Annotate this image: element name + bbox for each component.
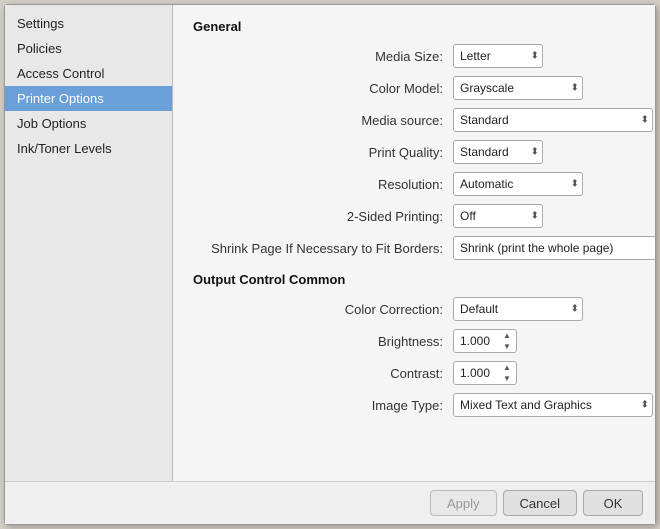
- brightness-spinner-wrapper: ▲ ▼: [453, 329, 517, 353]
- two-sided-label: 2-Sided Printing:: [193, 209, 453, 224]
- dialog-body: Settings Policies Access Control Printer…: [5, 5, 655, 481]
- ok-button[interactable]: OK: [583, 490, 643, 516]
- contrast-control: ▲ ▼: [453, 361, 517, 385]
- color-correction-row: Color Correction: Default Automatic Manu…: [193, 297, 635, 321]
- sidebar-item-printer-options[interactable]: Printer Options: [5, 86, 172, 111]
- resolution-label: Resolution:: [193, 177, 453, 192]
- sidebar: Settings Policies Access Control Printer…: [5, 5, 173, 481]
- printer-properties-dialog: Settings Policies Access Control Printer…: [4, 4, 656, 525]
- image-type-row: Image Type: Mixed Text and Graphics Text…: [193, 393, 635, 417]
- print-quality-row: Print Quality: Standard Draft High: [193, 140, 635, 164]
- media-source-select[interactable]: Standard Tray 1 Tray 2 Manual: [453, 108, 653, 132]
- cancel-button[interactable]: Cancel: [503, 490, 577, 516]
- output-control-section-title: Output Control Common: [193, 272, 635, 287]
- shrink-page-select[interactable]: Shrink (print the whole page) No Shrink …: [453, 236, 655, 260]
- image-type-select-wrapper: Mixed Text and Graphics Text Graphics Ph…: [453, 393, 653, 417]
- print-quality-control: Standard Draft High: [453, 140, 543, 164]
- apply-button[interactable]: Apply: [430, 490, 497, 516]
- two-sided-row: 2-Sided Printing: Off Long Edge Short Ed…: [193, 204, 635, 228]
- image-type-label: Image Type:: [193, 398, 453, 413]
- general-section-title: General: [193, 19, 635, 34]
- media-source-label: Media source:: [193, 113, 453, 128]
- image-type-control: Mixed Text and Graphics Text Graphics Ph…: [453, 393, 653, 417]
- main-content: General Media Size: Letter A4 Legal Tabl…: [173, 5, 655, 481]
- sidebar-item-policies[interactable]: Policies: [5, 36, 172, 61]
- sidebar-item-access-control[interactable]: Access Control: [5, 61, 172, 86]
- brightness-label: Brightness:: [193, 334, 453, 349]
- resolution-row: Resolution: Automatic 300 dpi 600 dpi 12…: [193, 172, 635, 196]
- two-sided-control: Off Long Edge Short Edge: [453, 204, 543, 228]
- shrink-page-label: Shrink Page If Necessary to Fit Borders:: [193, 241, 453, 256]
- color-model-select-wrapper: Grayscale RGB CMYK: [453, 76, 583, 100]
- shrink-page-select-wrapper: Shrink (print the whole page) No Shrink …: [453, 236, 655, 260]
- media-size-row: Media Size: Letter A4 Legal Tabloid: [193, 44, 635, 68]
- media-size-select-wrapper: Letter A4 Legal Tabloid: [453, 44, 543, 68]
- media-source-row: Media source: Standard Tray 1 Tray 2 Man…: [193, 108, 635, 132]
- contrast-row: Contrast: ▲ ▼: [193, 361, 635, 385]
- sidebar-item-settings[interactable]: Settings: [5, 11, 172, 36]
- resolution-select[interactable]: Automatic 300 dpi 600 dpi 1200 dpi: [453, 172, 583, 196]
- media-size-select[interactable]: Letter A4 Legal Tabloid: [453, 44, 543, 68]
- media-size-label: Media Size:: [193, 49, 453, 64]
- contrast-up-button[interactable]: ▲: [499, 362, 515, 373]
- resolution-select-wrapper: Automatic 300 dpi 600 dpi 1200 dpi: [453, 172, 583, 196]
- contrast-label: Contrast:: [193, 366, 453, 381]
- color-model-row: Color Model: Grayscale RGB CMYK: [193, 76, 635, 100]
- media-source-select-wrapper: Standard Tray 1 Tray 2 Manual: [453, 108, 653, 132]
- two-sided-select[interactable]: Off Long Edge Short Edge: [453, 204, 543, 228]
- dialog-footer: Apply Cancel OK: [5, 481, 655, 524]
- print-quality-select[interactable]: Standard Draft High: [453, 140, 543, 164]
- brightness-row: Brightness: ▲ ▼: [193, 329, 635, 353]
- shrink-page-control: Shrink (print the whole page) No Shrink …: [453, 236, 655, 260]
- color-correction-control: Default Automatic Manual: [453, 297, 583, 321]
- color-correction-select[interactable]: Default Automatic Manual: [453, 297, 583, 321]
- color-correction-select-wrapper: Default Automatic Manual: [453, 297, 583, 321]
- brightness-control: ▲ ▼: [453, 329, 517, 353]
- color-correction-label: Color Correction:: [193, 302, 453, 317]
- color-model-control: Grayscale RGB CMYK: [453, 76, 583, 100]
- contrast-down-button[interactable]: ▼: [499, 373, 515, 384]
- brightness-down-button[interactable]: ▼: [499, 341, 515, 352]
- brightness-spinner-buttons: ▲ ▼: [499, 330, 515, 352]
- color-model-select[interactable]: Grayscale RGB CMYK: [453, 76, 583, 100]
- color-model-label: Color Model:: [193, 81, 453, 96]
- sidebar-item-job-options[interactable]: Job Options: [5, 111, 172, 136]
- sidebar-item-ink-toner[interactable]: Ink/Toner Levels: [5, 136, 172, 161]
- image-type-select[interactable]: Mixed Text and Graphics Text Graphics Ph…: [453, 393, 653, 417]
- contrast-spinner-wrapper: ▲ ▼: [453, 361, 517, 385]
- contrast-spinner-buttons: ▲ ▼: [499, 362, 515, 384]
- shrink-page-row: Shrink Page If Necessary to Fit Borders:…: [193, 236, 635, 260]
- two-sided-select-wrapper: Off Long Edge Short Edge: [453, 204, 543, 228]
- brightness-up-button[interactable]: ▲: [499, 330, 515, 341]
- media-size-control: Letter A4 Legal Tabloid: [453, 44, 543, 68]
- print-quality-label: Print Quality:: [193, 145, 453, 160]
- print-quality-select-wrapper: Standard Draft High: [453, 140, 543, 164]
- media-source-control: Standard Tray 1 Tray 2 Manual: [453, 108, 653, 132]
- resolution-control: Automatic 300 dpi 600 dpi 1200 dpi: [453, 172, 583, 196]
